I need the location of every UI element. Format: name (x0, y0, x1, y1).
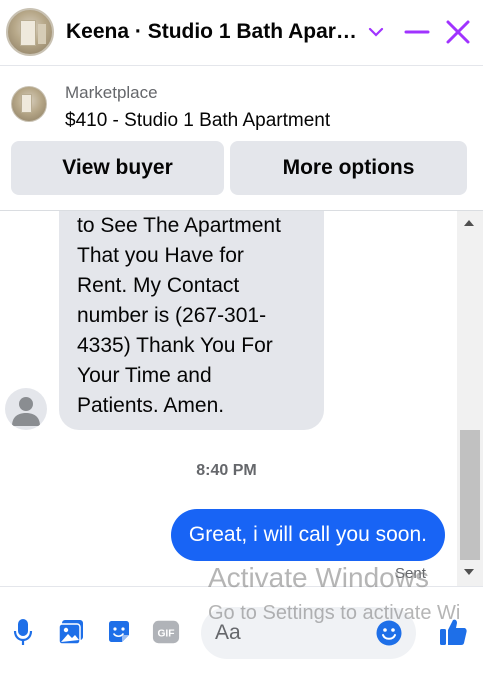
more-options-button[interactable]: More options (230, 141, 467, 195)
message-list[interactable]: to See The Apartment That you Have for R… (0, 211, 457, 586)
message-composer: GIF (0, 586, 483, 673)
conversation-avatar[interactable] (6, 8, 54, 56)
sticker-icon[interactable] (105, 617, 133, 647)
activate-windows-watermark: Activate Windows (208, 562, 429, 593)
incoming-message: to See The Apartment That you Have for R… (59, 211, 324, 430)
chat-header: Keena · Studio 1 Bath Apar… (0, 0, 483, 66)
chevron-down-icon[interactable] (362, 18, 390, 46)
gif-icon[interactable]: GIF (152, 617, 180, 647)
photo-icon[interactable] (57, 617, 85, 647)
activate-windows-subtext: Go to Settings to activate Wi (208, 602, 461, 624)
marketplace-banner: Marketplace $410 - Studio 1 Bath Apartme… (0, 66, 483, 211)
close-icon[interactable] (444, 18, 472, 46)
scrollbar[interactable] (457, 211, 483, 586)
conversation-title[interactable]: Keena · Studio 1 Bath Apar… (66, 20, 357, 44)
microphone-icon[interactable] (9, 617, 37, 647)
incoming-message-text: to See The Apartment That you Have for R… (77, 214, 281, 417)
svg-text:GIF: GIF (157, 629, 174, 640)
view-buyer-button[interactable]: View buyer (11, 141, 224, 195)
scroll-down-arrow-icon[interactable] (464, 569, 474, 575)
scroll-up-arrow-icon[interactable] (464, 220, 474, 226)
scrollbar-thumb[interactable] (460, 430, 480, 560)
outgoing-message: Great, i will call you soon. (170, 509, 445, 561)
listing-thumbnail[interactable] (11, 86, 47, 122)
message-timestamp: 8:40 PM (196, 462, 257, 479)
minimize-icon[interactable] (403, 18, 431, 46)
listing-title[interactable]: $410 - Studio 1 Bath Apartment (65, 110, 330, 132)
marketplace-label: Marketplace (65, 83, 158, 102)
avatar[interactable] (5, 388, 47, 430)
